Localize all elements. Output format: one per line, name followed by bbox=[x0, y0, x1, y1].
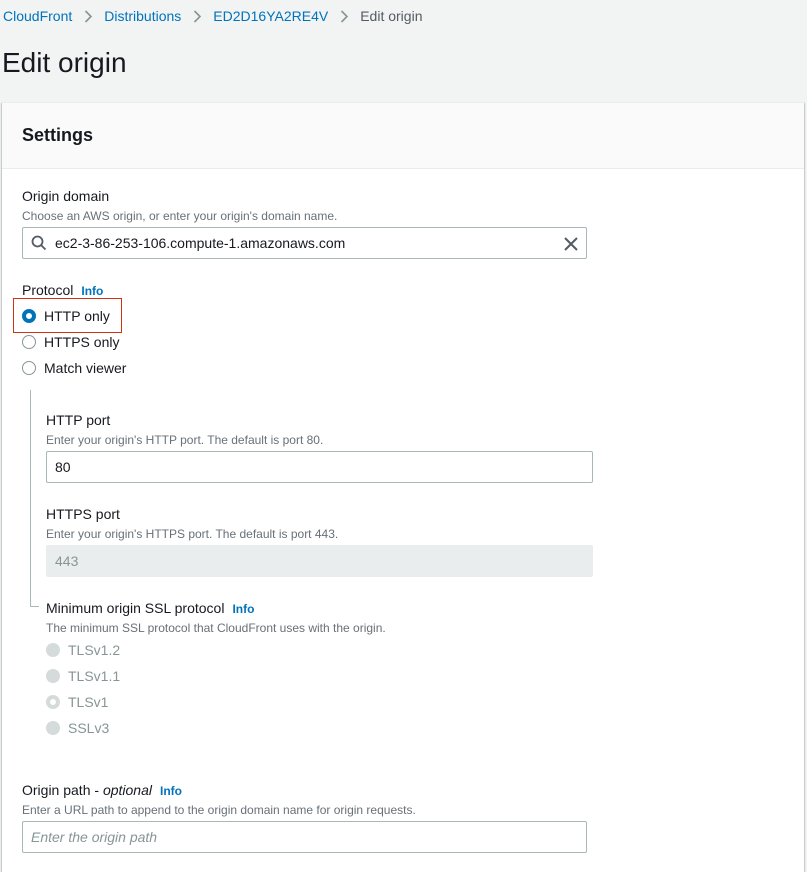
http-port-value: 80 bbox=[55, 459, 71, 475]
radio-match-viewer[interactable]: Match viewer bbox=[22, 360, 126, 376]
origin-path-input[interactable]: Enter the origin path bbox=[22, 821, 587, 853]
origin-domain-description: Choose an AWS origin, or enter your orig… bbox=[22, 209, 338, 223]
radio-label: SSLv3 bbox=[68, 720, 110, 736]
radio-tlsv1-1: TLSv1.1 bbox=[46, 668, 120, 684]
origin-path-placeholder: Enter the origin path bbox=[31, 829, 158, 845]
chevron-right-icon bbox=[181, 9, 213, 23]
indent-guide-tick bbox=[30, 606, 39, 607]
protocol-info-link[interactable]: Info bbox=[81, 284, 103, 298]
breadcrumb: CloudFront Distributions ED2D16YA2RE4V E… bbox=[3, 6, 422, 26]
min-ssl-label: Minimum origin SSL protocol Info bbox=[46, 600, 254, 616]
protocol-label: Protocol Info bbox=[22, 282, 103, 298]
min-ssl-description: The minimum SSL protocol that CloudFront… bbox=[46, 621, 386, 635]
radio-label: TLSv1.1 bbox=[68, 668, 121, 684]
chevron-right-icon bbox=[328, 9, 360, 23]
origin-path-info-link[interactable]: Info bbox=[160, 784, 182, 798]
radio-tlsv1: TLSv1 bbox=[46, 694, 108, 710]
indent-guide-line bbox=[30, 390, 31, 607]
close-icon[interactable] bbox=[562, 235, 580, 253]
breadcrumb-distributions-link[interactable]: Distributions bbox=[104, 8, 181, 24]
radio-label: HTTPS only bbox=[44, 334, 120, 350]
settings-title: Settings bbox=[22, 125, 94, 145]
http-port-input[interactable]: 80 bbox=[46, 451, 593, 483]
radio-button-disabled-checked bbox=[46, 695, 60, 709]
origin-path-label: Origin path - optional Info bbox=[22, 782, 182, 798]
https-port-description: Enter your origin's HTTPS port. The defa… bbox=[46, 527, 339, 541]
chevron-right-icon bbox=[72, 9, 104, 23]
breadcrumb-cloudfront-link[interactable]: CloudFront bbox=[3, 8, 72, 24]
https-port-label: HTTPS port bbox=[46, 506, 120, 522]
radio-tlsv1-2: TLSv1.2 bbox=[46, 642, 120, 658]
origin-path-label-text: Origin path - bbox=[22, 782, 103, 798]
http-port-label: HTTP port bbox=[46, 412, 111, 428]
radio-label: Match viewer bbox=[44, 360, 127, 376]
radio-button[interactable] bbox=[22, 335, 36, 349]
radio-sslv3: SSLv3 bbox=[46, 720, 109, 736]
protocol-label-text: Protocol bbox=[22, 282, 74, 298]
origin-path-description: Enter a URL path to append to the origin… bbox=[22, 803, 416, 817]
https-port-value: 443 bbox=[55, 553, 79, 569]
radio-button-disabled bbox=[46, 721, 60, 735]
radio-https-only[interactable]: HTTPS only bbox=[22, 334, 119, 350]
http-port-description: Enter your origin's HTTP port. The defau… bbox=[46, 433, 324, 447]
radio-label: TLSv1.2 bbox=[68, 642, 121, 658]
origin-domain-value: ec2-3-86-253-106.compute-1.amazonaws.com bbox=[55, 235, 346, 251]
min-ssl-label-text: Minimum origin SSL protocol bbox=[46, 600, 225, 616]
origin-domain-input[interactable]: ec2-3-86-253-106.compute-1.amazonaws.com bbox=[22, 227, 587, 259]
radio-button-disabled bbox=[46, 643, 60, 657]
radio-button[interactable] bbox=[22, 361, 36, 375]
breadcrumb-distribution-id-link[interactable]: ED2D16YA2RE4V bbox=[213, 8, 328, 24]
page-title: Edit origin bbox=[2, 47, 127, 78]
origin-domain-label: Origin domain bbox=[22, 188, 110, 204]
https-port-input: 443 bbox=[46, 545, 593, 577]
settings-panel-header: Settings bbox=[2, 103, 804, 169]
radio-label: TLSv1 bbox=[68, 694, 109, 710]
origin-path-optional: optional bbox=[102, 782, 152, 798]
radio-button-disabled bbox=[46, 669, 60, 683]
search-icon bbox=[31, 235, 47, 251]
radio-label: HTTP only bbox=[44, 308, 110, 324]
min-ssl-info-link[interactable]: Info bbox=[232, 602, 254, 616]
radio-http-only[interactable]: HTTP only bbox=[22, 308, 110, 324]
breadcrumb-current: Edit origin bbox=[360, 8, 423, 24]
radio-button-checked[interactable] bbox=[22, 309, 36, 323]
